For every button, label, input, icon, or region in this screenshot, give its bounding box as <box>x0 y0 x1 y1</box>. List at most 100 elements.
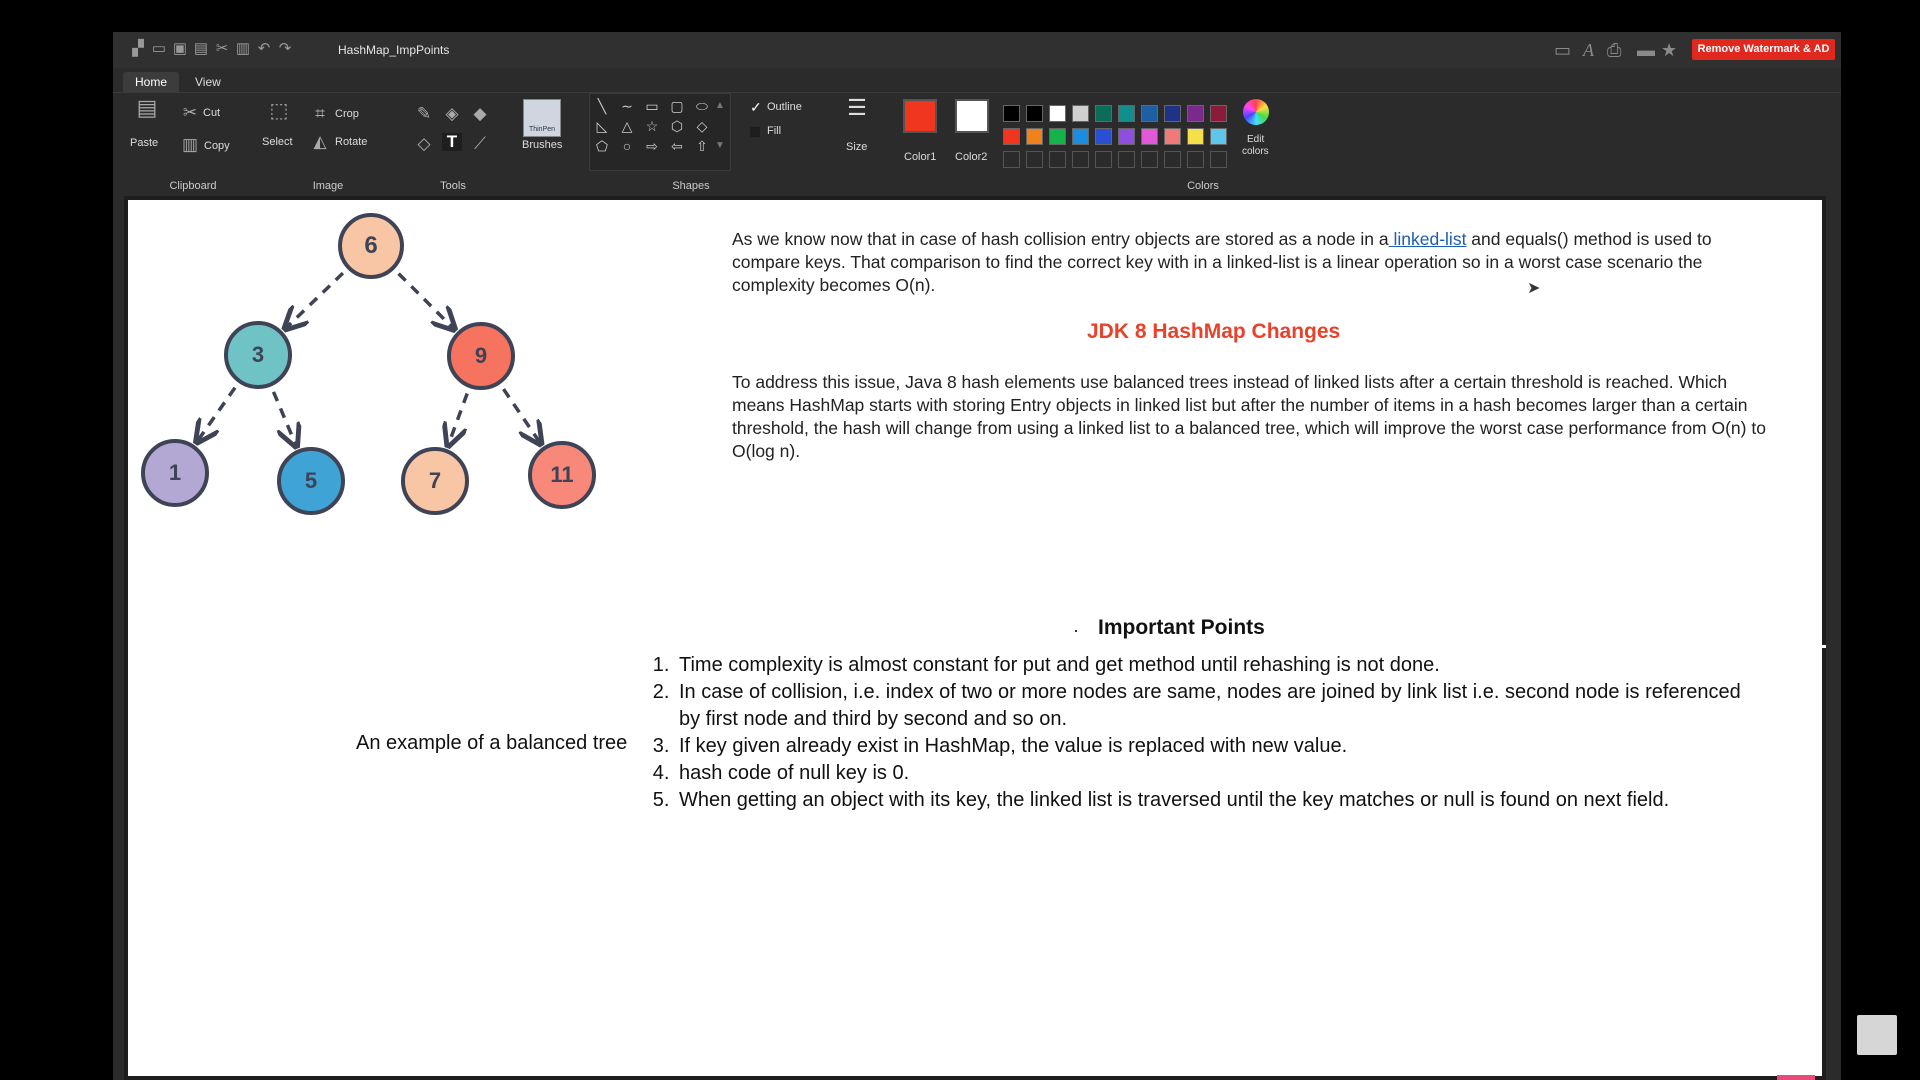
palette-swatch[interactable] <box>1118 105 1135 122</box>
palette-swatch[interactable] <box>1003 128 1020 145</box>
new-file-icon[interactable]: ▞ <box>130 41 146 57</box>
linked-list-link[interactable]: linked-list <box>1389 229 1466 249</box>
tab-home[interactable]: Home <box>123 72 180 92</box>
edit-colors-label-1[interactable]: Edit <box>1247 134 1264 145</box>
open-folder-icon[interactable]: ▭ <box>151 41 167 57</box>
fill-bucket-icon[interactable]: ◆ <box>471 105 489 123</box>
triangle-shape-icon[interactable]: △ <box>619 118 635 134</box>
palette-swatch[interactable] <box>1072 128 1089 145</box>
crop-button[interactable]: Crop <box>335 108 359 120</box>
paste-button[interactable]: Paste <box>130 137 158 149</box>
rotate-button[interactable]: Rotate <box>335 136 367 148</box>
empty-swatch[interactable] <box>1210 151 1227 168</box>
palette-swatch[interactable] <box>1003 105 1020 122</box>
rounded-rect-shape-icon[interactable]: ▢ <box>669 98 685 114</box>
rotate-icon[interactable]: ◭ <box>312 133 328 151</box>
scroll-up-icon[interactable]: ▲ <box>714 98 726 114</box>
copy-button[interactable]: Copy <box>204 140 230 152</box>
canvas-resize-handle[interactable] <box>1820 645 1826 648</box>
cut-button[interactable]: Cut <box>203 107 220 119</box>
palette-swatch[interactable] <box>1210 128 1227 145</box>
check-icon[interactable]: ✓ <box>750 99 762 116</box>
tab-view[interactable]: View <box>183 72 233 92</box>
select-icon[interactable]: ⬚ <box>267 101 291 121</box>
arrow-left-shape-icon[interactable]: ⇦ <box>669 138 685 154</box>
paste-icon[interactable]: ▤ <box>135 97 159 119</box>
empty-swatch[interactable] <box>1003 151 1020 168</box>
color-wheel-icon[interactable] <box>1243 99 1269 125</box>
paste-icon[interactable]: ▥ <box>235 41 251 57</box>
empty-swatch[interactable] <box>1141 151 1158 168</box>
arrow-right-shape-icon[interactable]: ⇨ <box>644 138 660 154</box>
layout-icon[interactable]: ▭ <box>1554 40 1571 60</box>
palette-swatch[interactable] <box>1164 105 1181 122</box>
empty-swatch[interactable] <box>1187 151 1204 168</box>
empty-swatch[interactable] <box>1095 151 1112 168</box>
pentagon-shape-icon[interactable]: ⬠ <box>594 138 610 154</box>
color1-swatch[interactable] <box>903 99 937 133</box>
palette-swatch[interactable] <box>1141 105 1158 122</box>
palette-swatch[interactable] <box>1187 105 1204 122</box>
circle-shape-icon[interactable]: ○ <box>619 138 635 154</box>
printer-icon[interactable]: ⎙ <box>1607 40 1621 60</box>
palette-swatch[interactable] <box>1210 105 1227 122</box>
color-picker-icon[interactable]: ⟋ <box>471 135 489 153</box>
redo-icon[interactable]: ↷ <box>277 41 293 57</box>
webcam-thumbnail <box>1857 1015 1897 1055</box>
palette-swatch[interactable] <box>1095 128 1112 145</box>
palette-swatch[interactable] <box>1026 128 1043 145</box>
edit-colors-label-2[interactable]: colors <box>1242 146 1269 157</box>
star-icon[interactable]: ★ <box>1661 40 1677 60</box>
brushes-button[interactable]: Brushes <box>522 139 562 151</box>
font-icon[interactable]: A <box>1583 40 1594 60</box>
palette-swatch[interactable] <box>1095 105 1112 122</box>
crop-icon[interactable]: ⌗ <box>312 105 328 123</box>
empty-swatch[interactable] <box>1118 151 1135 168</box>
empty-swatch[interactable] <box>1049 151 1066 168</box>
outline-option[interactable]: Outline <box>767 101 802 113</box>
color2-swatch[interactable] <box>955 99 989 133</box>
paint-bucket-icon[interactable]: ◇ <box>415 135 433 153</box>
star-shape-icon[interactable]: ☆ <box>644 118 660 134</box>
ellipse-shape-icon[interactable]: ⬭ <box>694 98 710 114</box>
scroll-down-icon[interactable]: ▼ <box>714 138 726 154</box>
palette-swatch[interactable] <box>1118 128 1135 145</box>
size-button[interactable]: Size <box>846 141 867 153</box>
list-item: hash code of null key is 0. <box>675 760 1765 787</box>
palette-swatch[interactable] <box>1141 128 1158 145</box>
group-label-colors: Colors <box>1187 180 1219 192</box>
keyboard-icon[interactable]: ▬ <box>1637 40 1655 60</box>
cut-icon[interactable]: ✂ <box>214 41 230 57</box>
palette-swatch[interactable] <box>1072 105 1089 122</box>
empty-swatch[interactable] <box>1164 151 1181 168</box>
text-tool-icon[interactable]: T <box>442 133 462 151</box>
select-button[interactable]: Select <box>262 136 293 148</box>
line-shape-icon[interactable]: ╲ <box>594 98 610 114</box>
palette-swatch[interactable] <box>1164 128 1181 145</box>
save-icon[interactable]: ▣ <box>172 41 188 57</box>
scissors-icon[interactable]: ✂ <box>182 104 198 122</box>
arrow-up-shape-icon[interactable]: ⇧ <box>694 138 710 154</box>
palette-swatch[interactable] <box>1049 105 1066 122</box>
diamond-shape-icon[interactable]: ◇ <box>694 118 710 134</box>
palette-swatch[interactable] <box>1187 128 1204 145</box>
copy-icon[interactable]: ▥ <box>182 136 198 154</box>
empty-swatch[interactable] <box>1026 151 1043 168</box>
rectangle-shape-icon[interactable]: ▭ <box>644 98 660 114</box>
curve-shape-icon[interactable]: ∼ <box>619 98 635 114</box>
remove-watermark-button[interactable]: Remove Watermark & AD <box>1692 39 1835 60</box>
line-size-icon[interactable]: ☰ <box>842 97 872 119</box>
fill-checkbox[interactable] <box>750 127 760 137</box>
hexagon-shape-icon[interactable]: ⬡ <box>669 118 685 134</box>
eraser-icon[interactable]: ◈ <box>443 105 461 123</box>
drawing-canvas[interactable]: 6 3 9 1 5 7 11 An example of a balanced tree <box>124 196 1826 1080</box>
print-icon[interactable]: ▤ <box>193 41 209 57</box>
palette-swatch[interactable] <box>1049 128 1066 145</box>
right-triangle-shape-icon[interactable]: ◺ <box>594 118 610 134</box>
palette-swatch[interactable] <box>1026 105 1043 122</box>
fill-option[interactable]: Fill <box>767 125 781 137</box>
brush-thumbnail[interactable]: ThinPen <box>523 99 561 137</box>
pencil-icon[interactable]: ✎ <box>415 105 433 123</box>
undo-icon[interactable]: ↶ <box>256 41 272 57</box>
empty-swatch[interactable] <box>1072 151 1089 168</box>
